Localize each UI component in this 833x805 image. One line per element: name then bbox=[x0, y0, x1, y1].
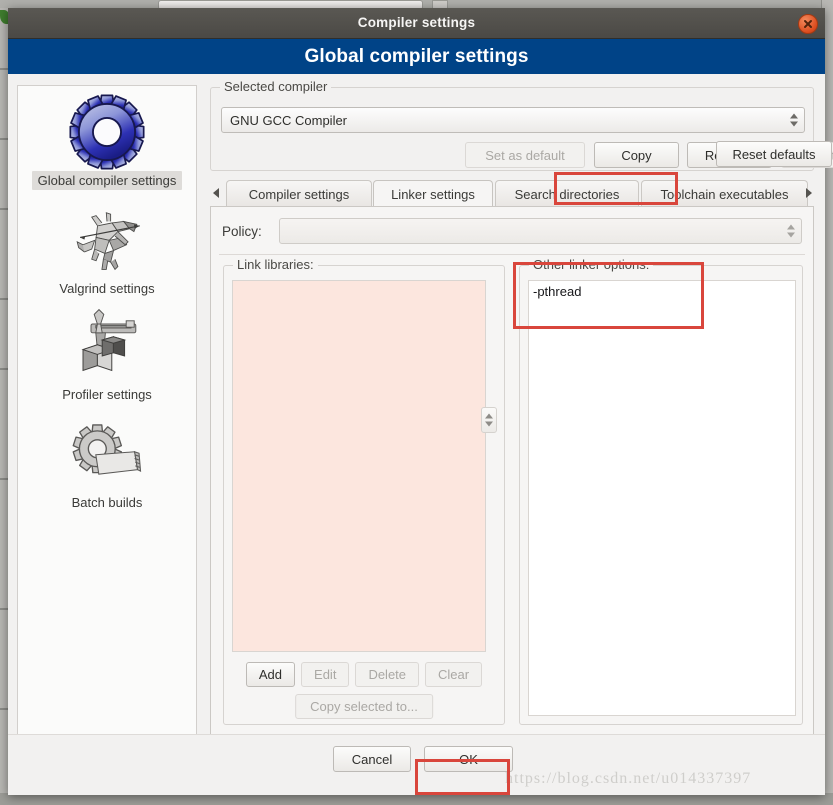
tab-linker-settings[interactable]: Linker settings bbox=[373, 180, 493, 208]
add-library-button[interactable]: Add bbox=[245, 662, 296, 687]
gear-icon bbox=[68, 94, 146, 170]
tab-compiler-settings[interactable]: Compiler settings bbox=[226, 180, 372, 208]
compiler-select-value: GNU GCC Compiler bbox=[230, 112, 348, 128]
sidebar-item-label: Valgrind settings bbox=[59, 281, 155, 296]
panel-resize-spinner[interactable] bbox=[481, 407, 497, 433]
link-libraries-group: Link libraries: Add Edit Delete Clear Co… bbox=[223, 257, 505, 725]
sidebar-item-label: Global compiler settings bbox=[31, 171, 183, 190]
spinner-arrows-icon[interactable] bbox=[790, 113, 798, 127]
background-left-toolbar bbox=[0, 8, 8, 798]
policy-select-value bbox=[280, 223, 287, 238]
gear-stack-icon bbox=[66, 418, 148, 490]
tab-toolchain-executables[interactable]: Toolchain executables bbox=[641, 180, 808, 208]
spinner-arrows-icon[interactable] bbox=[787, 224, 795, 238]
sidebar-item-valgrind-settings[interactable]: Valgrind settings bbox=[18, 190, 196, 298]
sidebar-item-global-compiler-settings[interactable]: Global compiler settings bbox=[18, 86, 196, 190]
tab-search-directories[interactable]: Search directories bbox=[495, 180, 639, 208]
settings-tabstrip: Compiler settings Linker settings Search… bbox=[210, 178, 814, 208]
settings-category-list[interactable]: Global compiler settings Valgrind settin… bbox=[17, 85, 197, 768]
close-icon[interactable] bbox=[798, 14, 818, 34]
chevron-right-icon[interactable] bbox=[803, 186, 815, 200]
copy-compiler-button[interactable]: Copy bbox=[594, 142, 679, 168]
policy-label: Policy: bbox=[222, 223, 262, 239]
selected-compiler-legend: Selected compiler bbox=[220, 79, 332, 94]
policy-row: Policy: bbox=[222, 217, 802, 245]
divider bbox=[219, 254, 805, 255]
other-linker-options-legend: Other linker options: bbox=[529, 257, 654, 272]
other-linker-options-textarea[interactable]: -pthread bbox=[528, 280, 796, 716]
link-libraries-button-row: Add Edit Delete Clear bbox=[224, 662, 504, 687]
sidebar-item-batch-builds[interactable]: Batch builds bbox=[18, 404, 196, 512]
compiler-select[interactable]: GNU GCC Compiler bbox=[221, 107, 805, 133]
dialog-header: Global compiler settings bbox=[8, 39, 825, 74]
sidebar-item-label: Batch builds bbox=[71, 495, 143, 510]
reset-defaults-button[interactable]: Reset defaults bbox=[716, 141, 832, 167]
linker-settings-page: Policy: Link libraries: Add Edit Delete bbox=[210, 206, 814, 736]
link-libraries-legend: Link libraries: bbox=[233, 257, 318, 272]
set-as-default-button[interactable]: Set as default bbox=[465, 142, 585, 168]
compiler-settings-dialog: Compiler settings Global compiler settin… bbox=[8, 8, 833, 795]
watermark: https://blog.csdn.net/u014337397 bbox=[505, 770, 752, 787]
chevron-left-icon[interactable] bbox=[210, 186, 222, 200]
copy-selected-to-button[interactable]: Copy selected to... bbox=[295, 694, 433, 719]
settings-content: Selected compiler GNU GCC Compiler Set a… bbox=[204, 79, 833, 768]
page-title: Global compiler settings bbox=[304, 45, 529, 67]
sidebar-item-label: Profiler settings bbox=[62, 387, 152, 402]
other-linker-options-group: Other linker options: -pthread bbox=[519, 257, 803, 725]
sidebar-item-profiler-settings[interactable]: Profiler settings bbox=[18, 298, 196, 404]
delete-library-button[interactable]: Delete bbox=[355, 662, 420, 687]
cancel-button[interactable]: Cancel bbox=[333, 746, 411, 772]
dialog-title: Compiler settings bbox=[357, 15, 476, 30]
clear-libraries-button[interactable]: Clear bbox=[425, 662, 483, 687]
policy-select[interactable] bbox=[279, 218, 802, 244]
link-libraries-list[interactable] bbox=[232, 280, 486, 652]
dialog-body: Global compiler settings Valgrind settin… bbox=[8, 74, 833, 780]
dialog-titlebar: Compiler settings bbox=[8, 8, 825, 39]
ok-button[interactable]: OK bbox=[424, 746, 513, 772]
caliper-blocks-icon bbox=[67, 308, 147, 382]
spinner-arrows-icon[interactable] bbox=[485, 413, 493, 427]
edit-library-button[interactable]: Edit bbox=[301, 662, 350, 687]
dragon-icon bbox=[67, 204, 147, 276]
